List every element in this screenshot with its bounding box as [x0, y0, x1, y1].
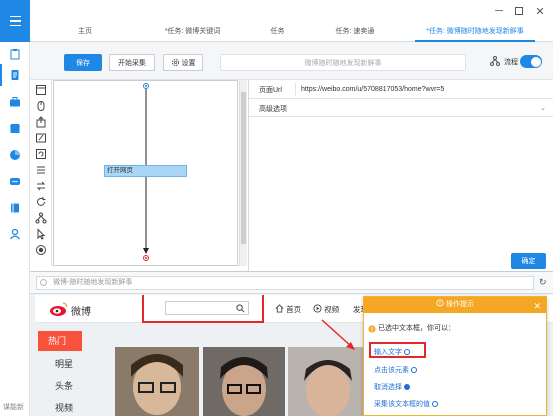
tab-task[interactable]: 任务	[255, 22, 300, 42]
chat-icon[interactable]	[9, 176, 21, 188]
task-name-field[interactable]: 微博随时随地发现新鲜事	[220, 54, 466, 71]
save-button[interactable]: 保存	[64, 54, 102, 71]
close-button[interactable]: ✕	[533, 4, 547, 18]
flow-label: 流程	[504, 59, 518, 66]
flow-icon	[490, 56, 500, 66]
briefcase-icon[interactable]	[9, 96, 21, 108]
toolbar: 保存 开始采集 设置 微博随时随地发现新鲜事 流程	[30, 42, 553, 80]
popup-title: 操作提示	[445, 301, 474, 308]
search-icon[interactable]	[236, 304, 245, 313]
category-headline[interactable]: 头条	[55, 379, 73, 392]
cancel-icon	[403, 384, 410, 390]
settings-label: 设置	[181, 59, 196, 67]
tip-icon	[436, 299, 444, 307]
tab-bar: 主页 *任务: 微博关键词 任务 任务: 速卖通 *任务: 微博随时随地发现新鲜…	[30, 22, 553, 42]
weibo-logo-text: 微博	[71, 307, 91, 318]
sidebar: 谋能新	[0, 0, 30, 416]
scrollbar-thumb[interactable]	[241, 92, 246, 244]
confirm-button[interactable]: 确定	[511, 253, 546, 269]
refresh-tool-icon[interactable]	[35, 196, 47, 208]
url-row: 页面Url https://weibo.com/u/5708817053/hom…	[249, 80, 553, 99]
nav-video[interactable]: 视频	[313, 304, 339, 315]
settings-button[interactable]: 设置	[163, 54, 203, 71]
action-label: 采集该文本框的值	[374, 401, 430, 408]
popup-header: 操作提示 ✕	[364, 297, 546, 313]
user-icon[interactable]	[9, 228, 21, 240]
flow-toggle[interactable]	[520, 55, 542, 68]
action-label: 取消选择	[374, 384, 402, 391]
address-bar: 微博-随时随地发现新鲜事 ↻	[30, 272, 553, 294]
chevron-down-icon: ⌄	[540, 105, 546, 112]
photo-thumbnail[interactable]	[203, 347, 285, 416]
menu-icon[interactable]	[0, 0, 30, 42]
photo-thumbnail[interactable]	[288, 347, 368, 416]
category-hot[interactable]: 热门	[38, 331, 82, 351]
sidebar-active-indicator	[0, 64, 2, 86]
store-icon[interactable]	[9, 122, 21, 134]
maximize-button[interactable]	[512, 4, 526, 18]
help-icon	[431, 401, 438, 407]
sidebar-footer: 谋能新	[3, 404, 24, 411]
mouse-hover-tool-icon[interactable]	[35, 228, 47, 240]
start-collect-button[interactable]: 开始采集	[109, 54, 155, 71]
gear-icon	[171, 58, 179, 67]
help-icon	[410, 367, 417, 373]
action-input-text[interactable]: 输入文字	[374, 347, 410, 357]
popup-message: 已选中文本框，你可以：	[378, 325, 455, 332]
nav-video-label: 视频	[324, 305, 340, 314]
advanced-options-label: 高级选项	[259, 106, 287, 113]
extract-tool-icon[interactable]	[35, 116, 47, 128]
title-bar: ─ ✕	[30, 0, 553, 22]
action-label: 点击该元素	[374, 367, 409, 374]
weibo-logo-icon	[50, 302, 68, 316]
tab-weibo-fresh[interactable]: *任务: 微博随时随地发现新鲜事	[415, 22, 535, 42]
weibo-logo[interactable]: 微博	[49, 302, 109, 319]
action-label: 输入文字	[374, 349, 402, 356]
document-icon[interactable]	[9, 69, 21, 81]
close-icon[interactable]: ✕	[533, 298, 541, 314]
info-icon	[40, 279, 47, 286]
photo-thumbnail[interactable]	[115, 347, 199, 416]
home-icon	[275, 304, 284, 313]
action-collect-value[interactable]: 采集该文本框的值	[374, 399, 438, 409]
canvas-scrollbar[interactable]	[239, 80, 247, 266]
operation-tip-popup: 操作提示 ✕ 已选中文本框，你可以： 输入文字 点击该元素 取消选择 采集该文本…	[363, 296, 547, 416]
loop-tool-icon[interactable]	[35, 148, 47, 160]
nav-home[interactable]: 首页	[275, 304, 301, 315]
minimize-button[interactable]: ─	[492, 4, 506, 18]
book-icon[interactable]	[9, 202, 21, 214]
action-cancel-selection[interactable]: 取消选择	[374, 382, 410, 392]
stop-tool-icon[interactable]	[35, 244, 47, 256]
flow-canvas[interactable]: 打开网页	[53, 80, 238, 266]
click-tool-icon[interactable]	[35, 100, 47, 112]
url-field[interactable]: https://weibo.com/u/5708817053/home?wvr=…	[295, 83, 550, 96]
tool-column	[30, 80, 52, 266]
list-tool-icon[interactable]	[35, 164, 47, 176]
category-video[interactable]: 视频	[55, 401, 73, 414]
clipboard-icon[interactable]	[9, 48, 21, 60]
open-page-tool-icon[interactable]	[35, 84, 47, 96]
tab-weibo-keyword[interactable]: *任务: 微博关键词	[145, 22, 240, 42]
category-star[interactable]: 明星	[55, 357, 73, 370]
switch-tool-icon[interactable]	[35, 180, 47, 192]
properties-panel: 页面Url https://weibo.com/u/5708817053/hom…	[248, 80, 553, 271]
video-icon	[313, 304, 322, 313]
weibo-search-input[interactable]	[165, 301, 249, 315]
nav-home-label: 首页	[286, 305, 302, 314]
tab-home[interactable]: 主页	[60, 22, 110, 42]
pie-chart-icon[interactable]	[9, 149, 21, 161]
advanced-options-row[interactable]: 高级选项 ⌄	[249, 99, 553, 117]
help-icon	[403, 349, 410, 355]
branch-tool-icon[interactable]	[35, 212, 47, 224]
url-label: 页面Url	[259, 87, 282, 94]
alert-icon	[368, 325, 376, 333]
action-click-element[interactable]: 点击该元素	[374, 365, 417, 375]
address-input[interactable]: 微博-随时随地发现新鲜事	[36, 276, 534, 290]
open-page-node[interactable]: 打开网页	[104, 165, 187, 177]
refresh-icon[interactable]: ↻	[539, 277, 547, 288]
tab-aliexpress[interactable]: 任务: 速卖通	[320, 22, 390, 42]
input-tool-icon[interactable]	[35, 132, 47, 144]
